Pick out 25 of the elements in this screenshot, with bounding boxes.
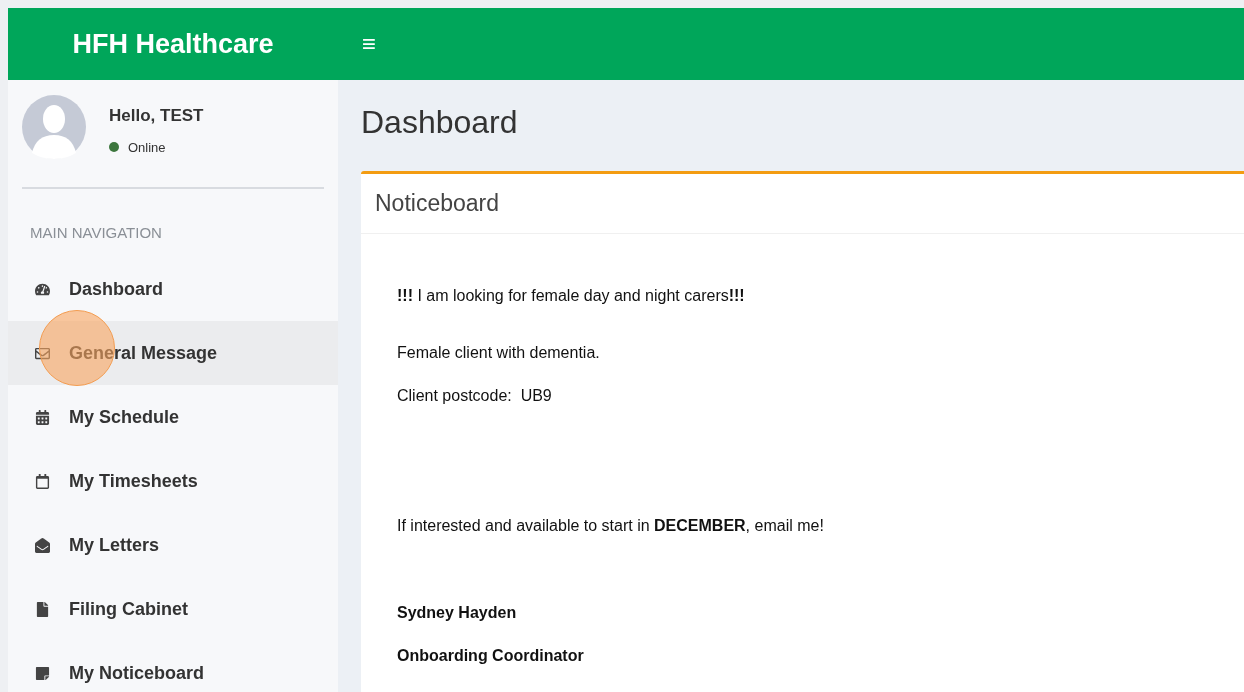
nav-item[interactable]: My Letters	[8, 513, 338, 577]
status-label: Online	[128, 138, 166, 157]
signature-line: Onboarding Coordinator	[397, 646, 584, 666]
user-greeting: Hello, TEST	[109, 105, 204, 127]
envelope-icon	[33, 345, 51, 361]
note-icon	[33, 665, 51, 681]
message-text: Female client with dementia.	[397, 343, 600, 363]
nav-item[interactable]: My Noticeboard	[8, 641, 338, 692]
message-text: If interested and available to start in DECEMBER, email me!	[397, 516, 824, 536]
signature-line: Sydney Hayden	[397, 603, 517, 623]
message-text: !!! I am looking for female day and night carers!!!	[397, 286, 745, 306]
nav-section-title: MAIN NAVIGATION	[30, 223, 162, 243]
nav-item[interactable]: My Schedule	[8, 385, 338, 449]
card-title: Noticeboard	[375, 189, 500, 219]
dashboard-gauge-icon	[33, 281, 51, 297]
open-envelope-icon	[33, 537, 51, 553]
nav-item[interactable]: My Timesheets	[8, 449, 338, 513]
calendar-icon	[33, 409, 51, 425]
nav-item[interactable]: Filing Cabinet	[8, 577, 338, 641]
nav-item[interactable]: Dashboard	[8, 257, 338, 321]
avatar	[22, 95, 86, 159]
calendar-icon	[33, 473, 51, 489]
nav-item[interactable]: General Message	[8, 321, 338, 385]
page-title: Dashboard	[361, 103, 519, 142]
message-text: Client postcode: UB9	[397, 386, 552, 406]
